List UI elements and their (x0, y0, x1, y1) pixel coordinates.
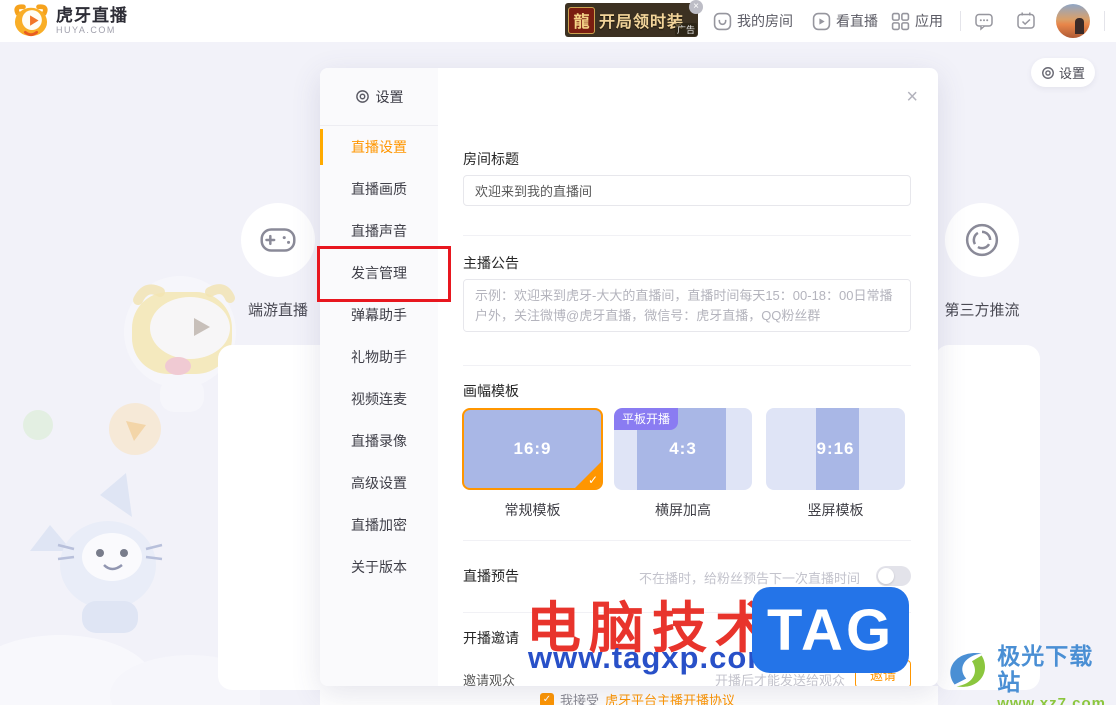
calendar-button[interactable] (1016, 11, 1036, 36)
sidebar-item-live-settings[interactable]: 直播设置 (320, 126, 438, 168)
pc-game-live-label: 端游直播 (247, 302, 308, 319)
watermark-tag-badge: TAG (752, 587, 909, 673)
nav-watch-live-label: 看直播 (836, 13, 878, 29)
template-16-9[interactable]: 16:9 ✓ (462, 408, 603, 490)
watermark-xz7-url: www.xz7.com (997, 695, 1106, 705)
template-9-16-name: 竖屏模板 (807, 502, 864, 518)
invite-audience-label: 邀请观众 (463, 673, 516, 686)
watermark-xz7-title: 极光下载站 (997, 643, 1094, 695)
live-invite-label: 开播邀请 (463, 630, 519, 646)
ad-game-icon: 龍 (568, 6, 595, 34)
bubble-decorations (23, 403, 161, 455)
apps-grid-icon (891, 12, 910, 30)
sidebar-item-about-version[interactable]: 关于版本 (320, 546, 438, 588)
gamepad-icon (241, 203, 315, 277)
agreement-checkbox[interactable]: ✓ (540, 692, 554, 705)
sidebar-item-live-encryption[interactable]: 直播加密 (320, 504, 438, 546)
watermark-xz7: 极光下载站 www.xz7.com (943, 643, 1113, 705)
sidebar-item-live-quality[interactable]: 直播画质 (320, 168, 438, 210)
dialog-close-icon[interactable]: × (906, 86, 918, 109)
obs-stream-icon (945, 203, 1019, 277)
message-button[interactable] (974, 11, 994, 36)
agreement-link[interactable]: 虎牙平台主播开播协议 (605, 690, 735, 705)
agreement-prefix: 我接受 (560, 693, 600, 705)
announcement-textarea[interactable] (463, 279, 911, 332)
room-icon (713, 12, 732, 30)
topbar-separator (960, 11, 961, 31)
third-party-stream-module[interactable]: 第三方推流 (944, 203, 1020, 320)
settings-title: 设置 (375, 88, 404, 105)
template-9-16[interactable]: 9:16 (766, 408, 905, 490)
template-4-3-ratio: 4:3 (669, 439, 697, 458)
huya-live-app: 端游直播 第三方推流 设置 虎牙直播 HUYA.COM 龍 开局领时装 广告 ×… (0, 0, 1116, 705)
sidebar-item-video-link[interactable]: 视频连麦 (320, 378, 438, 420)
settings-sidebar-header: 设置 (320, 68, 438, 126)
nav-my-room[interactable]: 我的房间 (713, 0, 793, 42)
section-divider (463, 540, 911, 541)
huya-tiger-icon (14, 4, 48, 37)
topbar: 虎牙直播 HUYA.COM 龍 开局领时装 广告 × 我的房间 看直播 应用 (0, 0, 1116, 42)
live-preview-label: 直播预告 (463, 568, 519, 584)
ad-close-icon[interactable]: × (689, 0, 703, 14)
user-avatar[interactable] (1056, 4, 1090, 38)
toggle-knob (878, 568, 894, 584)
section-divider (463, 235, 911, 236)
sidebar-item-live-recording[interactable]: 直播录像 (320, 420, 438, 462)
right-background-card (935, 345, 1040, 690)
live-preview-toggle[interactable] (876, 566, 911, 586)
settings-sidebar: 设置 直播设置 直播画质 直播声音 发言管理 弹幕助手 礼物助手 视频连麦 直播… (320, 68, 438, 686)
huya-logo[interactable]: 虎牙直播 HUYA.COM (12, 4, 128, 38)
room-title-label: 房间标题 (463, 151, 519, 167)
template-4-3[interactable]: 平板开播 4:3 (614, 408, 752, 490)
nav-apps-label: 应用 (915, 13, 943, 29)
watch-live-icon (812, 12, 831, 30)
check-icon: ✓ (587, 473, 598, 487)
tablet-live-badge: 平板开播 (614, 408, 679, 430)
third-party-stream-label: 第三方推流 (944, 302, 1020, 319)
logo-domain: HUYA.COM (56, 25, 116, 35)
calendar-check-icon (1017, 12, 1035, 29)
annotation-highlight-box (317, 246, 451, 302)
frame-template-label: 画幅模板 (463, 383, 519, 399)
agreement-row: ✓ 我接受 虎牙平台主播开播协议 (540, 690, 735, 705)
page-settings-button[interactable]: 设置 (1031, 58, 1095, 87)
sidebar-item-advanced-settings[interactable]: 高级设置 (320, 462, 438, 504)
ad-banner-text: 开局领时装 (599, 14, 685, 31)
topbar-separator-right (1104, 11, 1105, 31)
ad-tag-label: 广告 (674, 23, 697, 36)
announcement-label: 主播公告 (463, 255, 519, 271)
gear-icon (1042, 66, 1054, 79)
xz7-swirl-icon (950, 653, 986, 687)
section-divider (463, 365, 911, 366)
nav-apps[interactable]: 应用 (891, 0, 943, 42)
pc-game-live-module[interactable]: 端游直播 (240, 203, 316, 320)
template-9-16-ratio: 9:16 (816, 439, 855, 458)
logo-title: 虎牙直播 (56, 6, 128, 25)
page-settings-label: 设置 (1058, 66, 1085, 81)
template-16-9-name: 常规模板 (504, 502, 561, 518)
room-title-input[interactable] (463, 175, 911, 206)
template-4-3-name: 横屏加高 (655, 502, 711, 518)
watermark-tagxp-url: www.tagxp.com (528, 640, 776, 675)
nav-watch-live[interactable]: 看直播 (812, 0, 878, 42)
message-icon (975, 13, 993, 31)
nav-my-room-label: 我的房间 (737, 13, 793, 29)
ad-banner[interactable]: 龍 开局领时装 广告 × (565, 0, 703, 37)
gear-icon (355, 90, 369, 103)
watermark-tag-text: TAG (766, 597, 895, 663)
sidebar-item-gift-assistant[interactable]: 礼物助手 (320, 336, 438, 378)
template-16-9-ratio: 16:9 (513, 439, 552, 458)
